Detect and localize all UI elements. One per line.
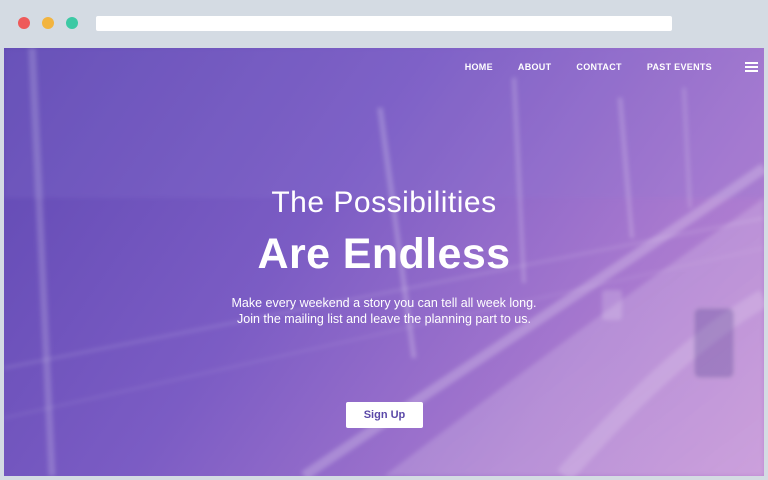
hero-subtitle: Make every weekend a story you can tell … <box>4 295 764 327</box>
nav-past-events[interactable]: PAST EVENTS <box>647 61 712 73</box>
address-bar[interactable] <box>96 16 672 31</box>
sign-up-button[interactable]: Sign Up <box>346 402 423 428</box>
hero-heading-line2: Are Endless <box>257 230 511 278</box>
nav-about[interactable]: ABOUT <box>518 61 552 73</box>
hero-section: HOME ABOUT CONTACT PAST EVENTS The Possi… <box>4 48 764 476</box>
nav-contact[interactable]: CONTACT <box>576 61 621 73</box>
browser-chrome <box>0 0 768 48</box>
main-nav: HOME ABOUT CONTACT PAST EVENTS <box>440 61 712 73</box>
hero-subtitle-line1: Make every weekend a story you can tell … <box>231 296 537 310</box>
nav-home[interactable]: HOME <box>465 61 493 73</box>
minimize-window-button[interactable] <box>42 17 54 29</box>
close-window-button[interactable] <box>18 17 30 29</box>
hamburger-icon[interactable] <box>745 62 758 72</box>
hero-heading-line1: The Possibilities <box>271 186 497 219</box>
maximize-window-button[interactable] <box>66 17 78 29</box>
hero-subtitle-line2: Join the mailing list and leave the plan… <box>237 312 531 326</box>
